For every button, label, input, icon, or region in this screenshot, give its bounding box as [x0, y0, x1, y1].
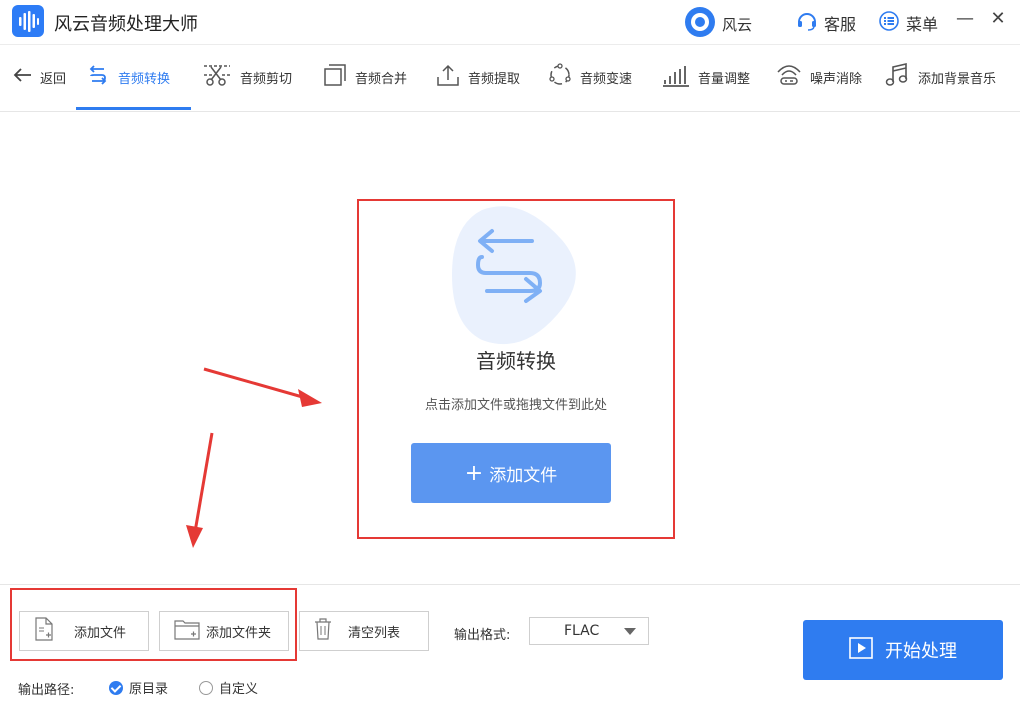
- folder-add-icon: [174, 618, 200, 644]
- radio-checked-icon: [109, 680, 123, 695]
- start-processing-button[interactable]: 开始处理: [803, 620, 1003, 680]
- menu-button[interactable]: 菜单: [878, 10, 938, 36]
- drop-title: 音频转换: [476, 349, 556, 373]
- chevron-down-icon: [624, 628, 636, 635]
- clear-list-button[interactable]: 清空列表: [299, 611, 429, 651]
- tab-label: 音频转换: [118, 71, 171, 87]
- radio-unchecked-icon: [199, 680, 213, 695]
- music-icon: [884, 62, 910, 92]
- add-file-button[interactable]: 添加文件: [19, 611, 149, 651]
- tab-add-bgm[interactable]: 添加背景音乐: [884, 45, 996, 109]
- annotation-arrow-down: [193, 432, 214, 533]
- brand-label: 风云: [722, 15, 753, 34]
- radio-label: 原目录: [129, 682, 169, 697]
- plus-icon: +: [464, 460, 484, 486]
- minimize-button[interactable]: —: [953, 8, 977, 29]
- arrow-left-icon: [12, 67, 32, 87]
- tab-label: 音频合并: [355, 71, 408, 87]
- annotation-arrowhead-right: [298, 389, 322, 407]
- brand-link[interactable]: 风云: [684, 6, 752, 42]
- add-file-main-label: 添加文件: [489, 465, 558, 486]
- app-title: 风云音频处理大师: [54, 14, 198, 35]
- add-folder-label: 添加文件夹: [206, 625, 272, 641]
- title-bar: 风云音频处理大师 风云 客服 菜单 — ✕: [0, 0, 1020, 45]
- add-folder-button[interactable]: 添加文件夹: [159, 611, 289, 651]
- speed-icon: [548, 63, 572, 91]
- output-format-label: 输出格式:: [454, 628, 511, 643]
- file-add-icon: [34, 617, 54, 645]
- convert-icon: [86, 64, 110, 90]
- annotation-arrowhead-down: [186, 525, 203, 548]
- tab-label: 噪声消除: [810, 71, 863, 87]
- scissors-icon: [202, 62, 232, 92]
- bottom-divider: [0, 584, 1020, 585]
- start-processing-label: 开始处理: [885, 641, 957, 662]
- clear-list-label: 清空列表: [348, 625, 401, 641]
- tab-audio-extract[interactable]: 音频提取: [436, 45, 520, 109]
- tab-audio-merge[interactable]: 音频合并: [323, 45, 407, 109]
- tab-audio-cut[interactable]: 音频剪切: [202, 45, 292, 109]
- back-button[interactable]: 返回: [12, 45, 66, 109]
- trash-icon: [314, 618, 332, 644]
- back-label: 返回: [40, 71, 67, 87]
- annotation-arrow-right: [203, 367, 307, 400]
- radio-custom-dir[interactable]: 自定义: [199, 678, 258, 697]
- tab-label: 添加背景音乐: [918, 71, 997, 87]
- merge-icon: [323, 63, 347, 91]
- convert-illustration-icon: [452, 206, 576, 345]
- tab-label: 音频提取: [468, 71, 521, 87]
- active-tab-indicator: [76, 107, 191, 110]
- play-icon: [849, 636, 873, 664]
- volume-icon: [662, 63, 690, 91]
- tab-audio-speed[interactable]: 音频变速: [548, 45, 632, 109]
- service-label: 客服: [824, 15, 857, 34]
- add-file-main-button[interactable]: + 添加文件: [411, 443, 611, 503]
- output-format-select[interactable]: FLAC: [529, 617, 649, 645]
- tab-label: 音频变速: [580, 71, 633, 87]
- menu-label: 菜单: [906, 15, 939, 34]
- brand-circle-icon: [684, 6, 716, 42]
- tab-label: 音量调整: [698, 71, 751, 87]
- output-format-value: FLAC: [564, 623, 600, 639]
- radio-label: 自定义: [219, 682, 259, 697]
- tab-label: 音频剪切: [240, 71, 293, 87]
- add-file-label: 添加文件: [74, 625, 127, 641]
- close-button[interactable]: ✕: [986, 8, 1010, 29]
- app-logo-icon: [12, 5, 44, 37]
- radio-original-dir[interactable]: 原目录: [109, 678, 168, 697]
- headset-icon: [796, 10, 818, 36]
- tab-volume-adjust[interactable]: 音量调整: [662, 45, 750, 109]
- tab-noise-removal[interactable]: 噪声消除: [776, 45, 862, 109]
- drop-hint: 点击添加文件或拖拽文件到此处: [424, 398, 607, 413]
- output-path-label: 输出路径:: [18, 683, 75, 698]
- customer-service-button[interactable]: 客服: [796, 10, 856, 36]
- list-menu-icon: [878, 10, 900, 36]
- extract-icon: [436, 63, 460, 91]
- function-toolbar: 返回 音频转换 音频剪切 音频合并 音频提取 音频变速 音量调整 噪声消除 添加…: [0, 45, 1020, 112]
- noise-icon: [776, 62, 802, 92]
- tab-audio-convert[interactable]: 音频转换: [86, 45, 170, 109]
